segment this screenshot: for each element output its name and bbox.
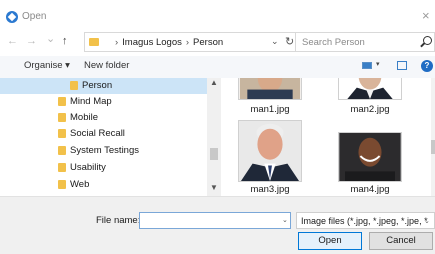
folder-icon: [70, 81, 78, 90]
file-name-label[interactable]: man3.jpg: [230, 184, 310, 195]
scrollbar-thumb[interactable]: [210, 148, 218, 160]
address-bar[interactable]: › Imagus Logos › Person ⌄ ↻: [84, 32, 306, 52]
tree-item-person[interactable]: Person: [0, 78, 207, 94]
preview-pane-icon[interactable]: [397, 61, 407, 70]
view-options-dropdown-icon[interactable]: ▾: [376, 60, 380, 68]
file-type-dropdown-icon[interactable]: ⌄: [424, 217, 430, 225]
window-title: Open: [22, 11, 47, 22]
file-type-label: Image files (*.jpg, *.jpeg, *.jpe, *: [301, 216, 428, 226]
file-name-field[interactable]: ⌄: [139, 212, 291, 229]
folder-icon: [58, 163, 66, 172]
folder-icon: [58, 129, 66, 138]
tree-item-label: Usability: [70, 162, 106, 173]
breadcrumb-separator: ›: [185, 37, 190, 48]
folder-icon: [58, 113, 66, 122]
change-view-icon[interactable]: [362, 62, 372, 69]
tree-item-system-testings[interactable]: System Testings: [0, 143, 207, 159]
file-name-label: File name:: [96, 215, 141, 226]
dialog-footer: File name: ⌄ Image files (*.jpg, *.jpeg,…: [0, 196, 435, 254]
cancel-button[interactable]: Cancel: [369, 232, 433, 250]
portrait-image: [239, 121, 301, 181]
file-thumbnail[interactable]: [238, 78, 302, 100]
file-type-filter[interactable]: Image files (*.jpg, *.jpeg, *.jpe, * ⌄: [296, 212, 435, 229]
back-arrow-icon[interactable]: ←: [7, 35, 18, 47]
tree-item-social-recall[interactable]: Social Recall: [0, 126, 207, 142]
up-arrow-icon[interactable]: ↑: [62, 35, 68, 47]
navigation-bar: ← → ⌄ ↑ › Imagus Logos › Person ⌄ ↻ Search …: [0, 30, 435, 54]
tree-item-usability[interactable]: Usability: [0, 160, 207, 176]
search-input[interactable]: Search Person: [302, 37, 365, 48]
navigation-pane: Person Mind Map Mobile Social Recall Sys…: [0, 78, 221, 196]
tree-item-label: Person: [82, 80, 113, 91]
portrait-image: [339, 133, 401, 181]
refresh-icon[interactable]: ↻: [285, 35, 294, 48]
new-folder-button[interactable]: New folder: [84, 60, 129, 71]
recent-locations-chevron-icon[interactable]: ⌄: [46, 33, 55, 45]
search-icon[interactable]: [423, 36, 432, 45]
tree-item-label: System Testings: [70, 145, 139, 156]
folder-icon: [58, 146, 66, 155]
app-icon: [6, 11, 18, 23]
breadcrumb: › Imagus Logos › Person: [111, 37, 223, 48]
tree-item-label: Social Recall: [70, 128, 125, 139]
portrait-image: [239, 78, 301, 99]
breadcrumb-separator: ›: [115, 37, 119, 48]
close-icon[interactable]: ×: [422, 9, 430, 22]
organise-button[interactable]: Organise ▾: [24, 60, 70, 71]
navigation-scrollbar[interactable]: ▲ ▼: [207, 78, 221, 196]
forward-arrow-icon[interactable]: →: [26, 35, 37, 47]
portrait-image: [339, 78, 401, 99]
tree-item-label: Mind Map: [70, 96, 112, 107]
open-button[interactable]: Open: [298, 232, 362, 250]
help-icon[interactable]: ?: [421, 60, 433, 72]
file-list: man1.jpg man2.jpg man3.jpg man4.jpg: [222, 78, 435, 196]
file-thumbnail[interactable]: [238, 120, 302, 182]
tree-item-mobile[interactable]: Mobile: [0, 110, 207, 126]
folder-icon: [58, 180, 66, 189]
title-bar: Open ×: [0, 0, 435, 30]
breadcrumb-imagus-logos[interactable]: Imagus Logos: [122, 37, 182, 48]
command-toolbar: Organise ▾ New folder ▾ ?: [0, 56, 435, 78]
file-thumbnail[interactable]: [338, 78, 402, 100]
folder-icon: [58, 97, 66, 106]
file-list-scrollbar[interactable]: [431, 78, 435, 196]
tree-item-web[interactable]: Web: [0, 177, 207, 193]
scroll-up-icon[interactable]: ▲: [210, 78, 218, 87]
file-name-dropdown-icon[interactable]: ⌄: [282, 216, 288, 224]
tree-item-mind-map[interactable]: Mind Map: [0, 94, 207, 110]
file-name-label[interactable]: man2.jpg: [330, 104, 410, 115]
file-name-label[interactable]: man1.jpg: [230, 104, 310, 115]
breadcrumb-person[interactable]: Person: [193, 37, 223, 48]
file-name-label[interactable]: man4.jpg: [330, 184, 410, 195]
file-thumbnail[interactable]: [338, 132, 402, 182]
folder-icon: [89, 38, 99, 46]
search-box[interactable]: Search Person: [295, 32, 435, 52]
tree-item-label: Mobile: [70, 112, 98, 123]
address-dropdown-icon[interactable]: ⌄: [271, 36, 279, 47]
scroll-down-icon[interactable]: ▼: [210, 183, 218, 192]
tree-item-label: Web: [70, 179, 90, 190]
